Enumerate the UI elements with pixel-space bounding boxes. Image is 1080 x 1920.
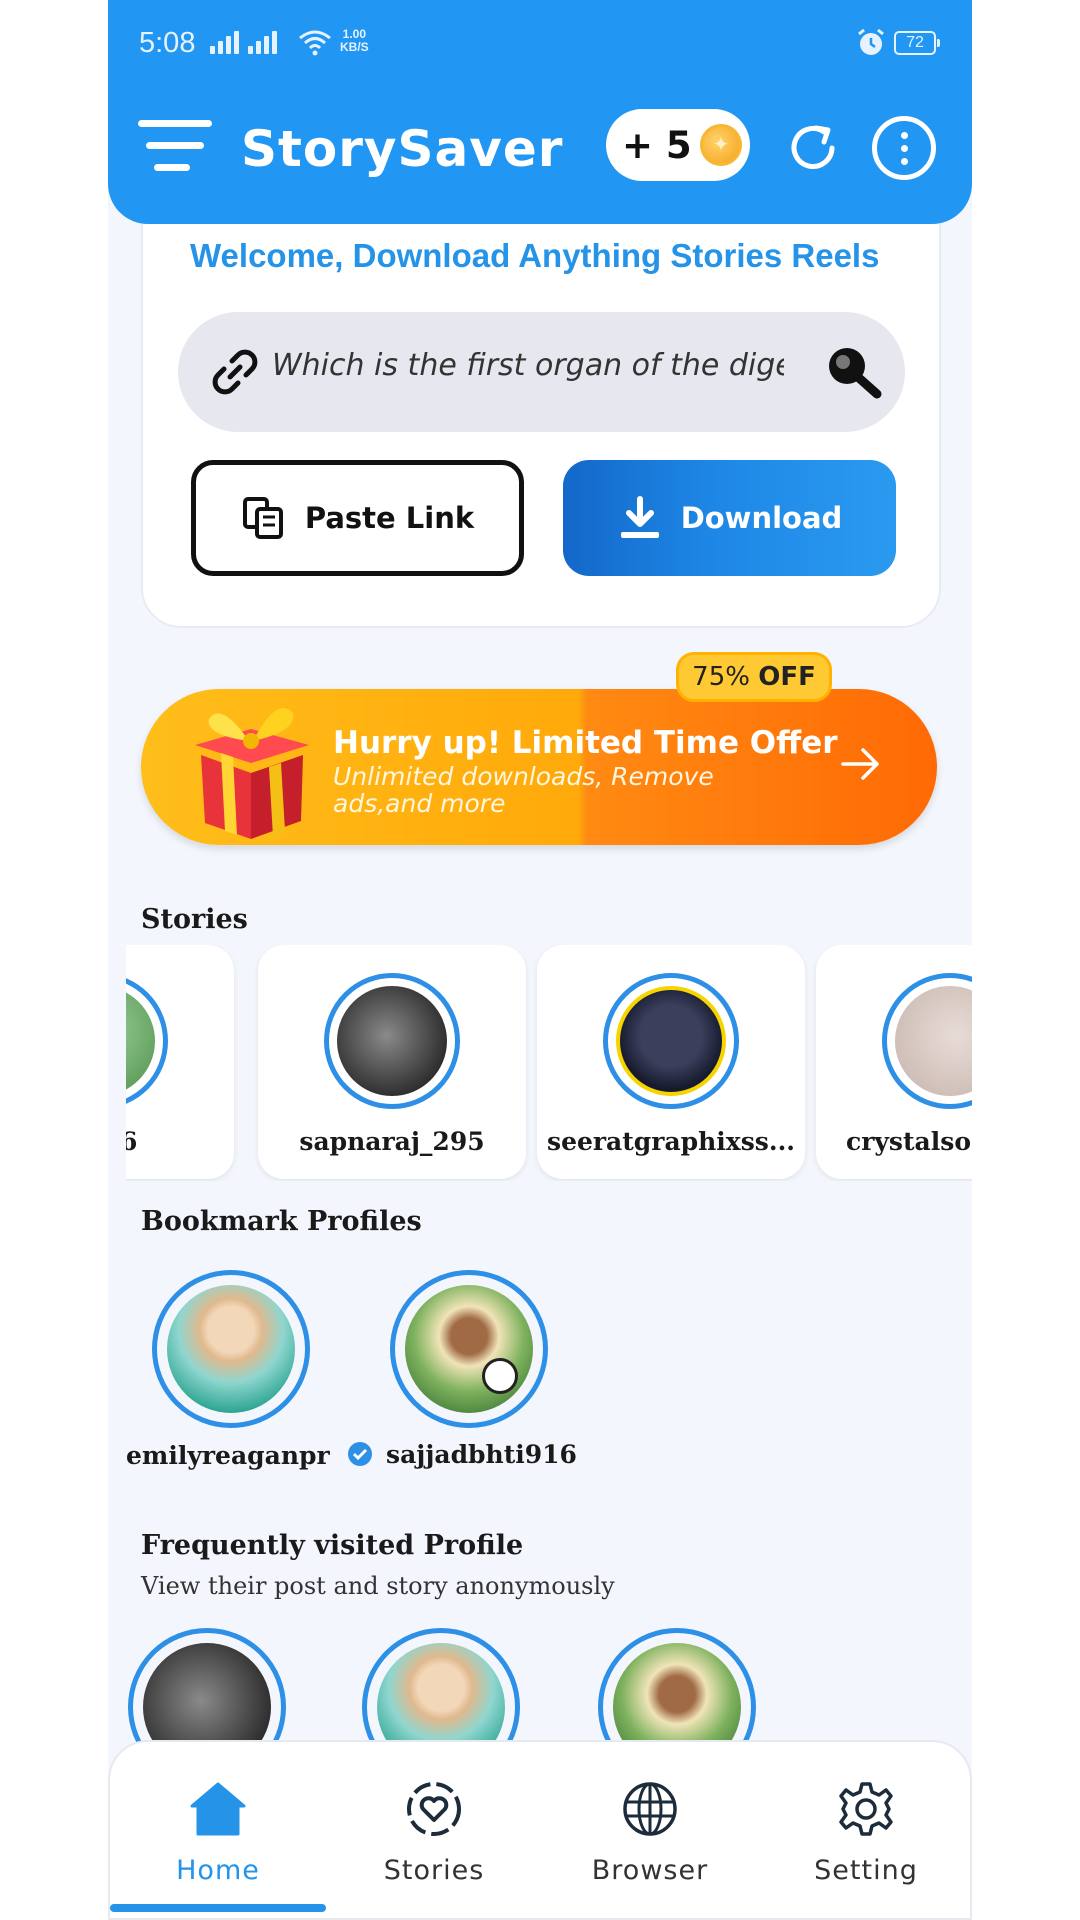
net-speed-unit: KB/S — [340, 40, 369, 54]
search-icon[interactable] — [823, 342, 883, 402]
gear-icon — [839, 1782, 893, 1836]
story-card[interactable]: sapnaraj_295 — [258, 945, 526, 1179]
story-avatar-ring — [882, 973, 972, 1109]
avatar — [895, 986, 972, 1096]
bookmark-username: emilyreaganpr — [126, 1440, 374, 1470]
clipboard-icon — [242, 497, 283, 539]
nav-setting-label: Setting — [814, 1855, 918, 1886]
coin-count: + 5 — [622, 123, 692, 167]
offer-subtitle: Unlimited downloads, Remove ads,and more — [333, 762, 714, 818]
discount-off: OFF — [758, 662, 816, 692]
avatar — [126, 986, 155, 1096]
nav-browser-label: Browser — [591, 1855, 709, 1886]
welcome-text: Welcome, Download Anything Stories Reels — [190, 237, 880, 274]
app-header: 5:08 1.00 KB/S 72 StorySaver + 5 — [108, 0, 972, 224]
avatar — [337, 986, 447, 1096]
stories-heart-icon — [407, 1782, 461, 1836]
url-input[interactable] — [272, 348, 784, 383]
story-username: seeratgraphixss... — [547, 1127, 795, 1156]
gift-icon — [195, 707, 309, 839]
story-avatar-ring — [126, 973, 168, 1109]
bottom-navigation: Home Stories Browser Setting — [108, 1740, 972, 1920]
offer-title: Hurry up! Limited Time Offer — [333, 725, 838, 761]
url-field[interactable] — [178, 312, 905, 432]
nav-setting[interactable]: Setting — [758, 1780, 972, 1886]
lock-icon — [482, 1358, 518, 1394]
bookmark-profile[interactable] — [390, 1270, 548, 1428]
home-icon — [190, 1782, 246, 1836]
bookmark-username: sajjadbhti916 — [386, 1440, 577, 1469]
frequent-subtitle: View their post and story anonymously — [141, 1572, 615, 1600]
download-label: Download — [680, 501, 843, 535]
signal-icon-2 — [248, 30, 277, 54]
discount-percent: 75% — [692, 662, 750, 692]
story-card[interactable]: nti916 — [126, 945, 234, 1179]
paste-link-button[interactable]: Paste Link — [191, 460, 524, 576]
offer-banner[interactable]: Hurry up! Limited Time Offer Unlimited d… — [141, 689, 937, 845]
bookmark-username-text: emilyreaganpr — [126, 1441, 330, 1470]
story-avatar-ring — [603, 973, 739, 1109]
discount-badge: 75% OFF — [676, 652, 832, 702]
avatar — [167, 1285, 295, 1413]
avatar — [405, 1285, 533, 1413]
nav-stories-label: Stories — [383, 1855, 485, 1886]
app-screen: 5:08 1.00 KB/S 72 StorySaver + 5 ✦ Welco… — [108, 0, 972, 1920]
active-tab-indicator — [110, 1904, 326, 1912]
verified-icon — [348, 1442, 373, 1466]
download-button[interactable]: Download — [563, 460, 896, 576]
download-icon — [620, 496, 659, 538]
avatar — [616, 986, 726, 1096]
story-avatar-ring — [324, 973, 460, 1109]
nav-home-label: Home — [176, 1855, 260, 1886]
alarm-icon — [858, 28, 884, 55]
arrow-right-icon — [841, 748, 879, 780]
app-title: StorySaver — [241, 120, 564, 178]
stories-title: Stories — [141, 904, 248, 935]
link-icon — [212, 349, 258, 395]
menu-button[interactable] — [138, 116, 212, 176]
story-card[interactable]: seeratgraphixss... — [537, 945, 805, 1179]
globe-icon — [623, 1782, 677, 1836]
bookmark-profile[interactable] — [152, 1270, 310, 1428]
nav-home[interactable]: Home — [110, 1780, 326, 1886]
refresh-button[interactable] — [784, 118, 844, 178]
coin-icon — [699, 124, 742, 166]
paste-link-label: Paste Link — [304, 501, 475, 535]
bookmarks-title: Bookmark Profiles — [141, 1206, 422, 1237]
battery-indicator: 72 — [894, 31, 940, 55]
story-card[interactable]: crystalsocia — [816, 945, 972, 1179]
story-username: crystalsocia — [846, 1127, 972, 1156]
nav-browser[interactable]: Browser — [542, 1780, 758, 1886]
net-speed: 1.00 KB/S — [340, 28, 369, 54]
nav-stories[interactable]: Stories — [326, 1780, 542, 1886]
download-card: Welcome, Download Anything Stories Reels… — [141, 190, 941, 628]
coins-button[interactable]: + 5 — [606, 109, 750, 181]
story-username: sapnaraj_295 — [299, 1127, 485, 1156]
more-options-button[interactable] — [872, 116, 936, 180]
status-time: 5:08 — [139, 27, 196, 59]
frequent-title: Frequently visited Profile — [141, 1530, 524, 1561]
wifi-icon — [299, 30, 331, 56]
signal-icon — [210, 30, 239, 54]
stories-list: nti916 sapnaraj_295 seeratgraphixss... c… — [126, 945, 972, 1181]
